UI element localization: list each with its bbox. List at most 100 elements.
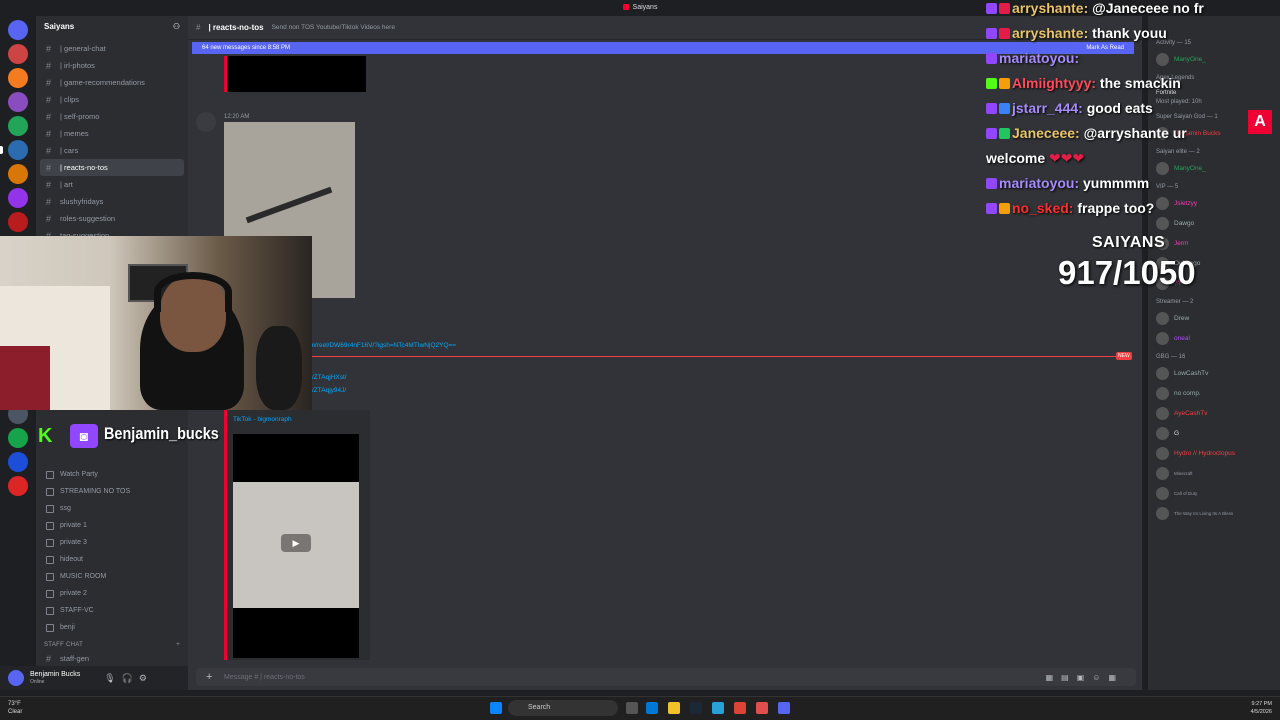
check-badge-icon: [999, 128, 1010, 139]
headphones-icon[interactable]: 🎧: [122, 673, 133, 684]
tiktok-author[interactable]: TikTok - bigmonraph: [233, 416, 292, 423]
voice-channel[interactable]: private 1: [36, 517, 188, 534]
speaker-icon: [46, 504, 54, 513]
channel-label: | art: [60, 180, 73, 189]
voice-channel[interactable]: MUSIC ROOM: [36, 568, 188, 585]
voice-channel[interactable]: STREAMING NO TOS: [36, 483, 188, 500]
plus-icon[interactable]: +: [176, 642, 180, 648]
server-header[interactable]: Saiyans ⚇: [36, 16, 188, 40]
server-icon[interactable]: [8, 164, 28, 184]
gear-icon[interactable]: ⚙: [139, 673, 147, 684]
plus-icon[interactable]: +: [206, 671, 212, 683]
member-item[interactable]: Jerm: [1148, 233, 1280, 253]
chat-message: Almiightyyy: the smackin: [986, 75, 1181, 91]
channel-item[interactable]: # | cars: [36, 142, 188, 159]
channel-label: | memes: [60, 129, 89, 138]
hash-icon: #: [46, 179, 52, 190]
channel-item[interactable]: # | self-promo: [36, 108, 188, 125]
server-icon[interactable]: [8, 116, 28, 136]
server-icon[interactable]: [8, 188, 28, 208]
microphone-icon[interactable]: 🎙: [104, 673, 115, 684]
hash-icon: #: [196, 23, 201, 32]
member-item[interactable]: Call of Duty: [1148, 483, 1280, 503]
server-icon[interactable]: [8, 68, 28, 88]
server-icon[interactable]: [8, 20, 28, 40]
server-icon[interactable]: [8, 212, 28, 232]
task-view-icon[interactable]: [626, 702, 638, 714]
channel-item[interactable]: # | memes: [36, 125, 188, 142]
system-clock[interactable]: 9:27 PM 4/5/2026: [1251, 700, 1272, 716]
chat-message: mariatoyou:: [986, 50, 1079, 66]
channel-item[interactable]: # | irl-photos: [36, 57, 188, 74]
taskbar-search[interactable]: Search: [508, 700, 618, 716]
channel-item[interactable]: # slushyfridays: [36, 193, 188, 210]
steam-icon[interactable]: [690, 702, 702, 714]
channel-item-active[interactable]: # | reacts-no-tos: [40, 159, 184, 176]
video-embed[interactable]: [224, 56, 366, 92]
hash-icon: #: [46, 196, 52, 207]
server-icon[interactable]: [8, 452, 28, 472]
discord-icon[interactable]: [778, 702, 790, 714]
channel-item[interactable]: # | game-recommendations: [36, 74, 188, 91]
category-label: STAFF CHAT: [44, 642, 84, 648]
tiktok-embed: TikTok - bigmonraph ▶: [224, 410, 370, 660]
channel-label: | general-chat: [60, 44, 106, 53]
message-link[interactable]: om/reel/DW69r4nF16V/?igsh=NTc4MTIwNjQ2YQ…: [306, 342, 456, 349]
video-frame: [233, 434, 359, 482]
clock-time: 9:27 PM: [1251, 701, 1272, 707]
channel-label: slushyfridays: [60, 197, 104, 206]
channel-item[interactable]: # | general-chat: [36, 40, 188, 57]
telegram-icon[interactable]: [712, 702, 724, 714]
channel-item[interactable]: # staff-gen: [36, 650, 188, 666]
channel-item[interactable]: # roles-suggestion: [36, 210, 188, 227]
avatar[interactable]: [8, 670, 24, 686]
member-item[interactable]: The Way Im Living Its A Bless: [1148, 503, 1280, 523]
window-title: Saiyans: [632, 4, 658, 11]
server-icon-saiyans[interactable]: [0, 140, 28, 160]
voice-channel[interactable]: private 3: [36, 534, 188, 551]
server-icon[interactable]: [8, 92, 28, 112]
avatar: [1156, 311, 1169, 325]
channel-item[interactable]: # | art: [36, 176, 188, 193]
member-item[interactable]: AyeCashTv: [1148, 403, 1280, 423]
search-label: Search: [528, 704, 551, 711]
channel-item[interactable]: # | clips: [36, 91, 188, 108]
edge-icon[interactable]: [646, 702, 658, 714]
emoji-icon[interactable]: ▦▤▣☺▦: [1046, 673, 1124, 682]
member-item[interactable]: oneal: [1148, 328, 1280, 348]
voice-channel[interactable]: STAFF-VC: [36, 602, 188, 619]
app-icon[interactable]: [756, 702, 768, 714]
speaker-icon: [46, 521, 54, 530]
avatar: [1156, 366, 1169, 380]
message-link[interactable]: /ZTAqjy94J/: [312, 387, 346, 394]
avatar[interactable]: [196, 112, 216, 132]
folder-icon[interactable]: [668, 702, 680, 714]
voice-channel[interactable]: ssg: [36, 500, 188, 517]
member-item[interactable]: no comp.: [1148, 383, 1280, 403]
member-item[interactable]: LowCashTv: [1148, 363, 1280, 383]
voice-channel[interactable]: Watch Party: [36, 466, 188, 483]
chrome-icon[interactable]: [734, 702, 746, 714]
server-icon[interactable]: [8, 476, 28, 496]
add-user-icon[interactable]: ⚇: [173, 22, 180, 34]
video-thumbnail[interactable]: ▶: [233, 482, 359, 608]
category-staff[interactable]: STAFF CHAT +: [36, 636, 188, 650]
play-icon[interactable]: ▶: [281, 534, 311, 552]
chat-message: arryshante: @Janeceee no fr: [986, 0, 1204, 16]
headphones-shape: [154, 272, 232, 312]
member-item[interactable]: G: [1148, 423, 1280, 443]
weather-widget[interactable]: 73°F Clear: [8, 700, 22, 716]
voice-channel[interactable]: benji: [36, 619, 188, 636]
windows-start-icon[interactable]: [490, 702, 502, 714]
member-item[interactable]: Drew: [1148, 308, 1280, 328]
message-input[interactable]: + Message # | reacts-no-tos ▦▤▣☺▦: [196, 668, 1136, 686]
voice-channel[interactable]: hideout: [36, 551, 188, 568]
server-icon[interactable]: [8, 44, 28, 64]
voice-channel[interactable]: private 2: [36, 585, 188, 602]
server-icon[interactable]: [8, 428, 28, 448]
member-item[interactable]: Minecraft: [1148, 463, 1280, 483]
chat-text: yummmm: [1083, 175, 1150, 191]
message-link[interactable]: /ZTAqjHXst/: [312, 374, 347, 381]
member-item[interactable]: Hydro // Hydroctopus: [1148, 443, 1280, 463]
weather-temp: 73°F: [8, 701, 21, 707]
